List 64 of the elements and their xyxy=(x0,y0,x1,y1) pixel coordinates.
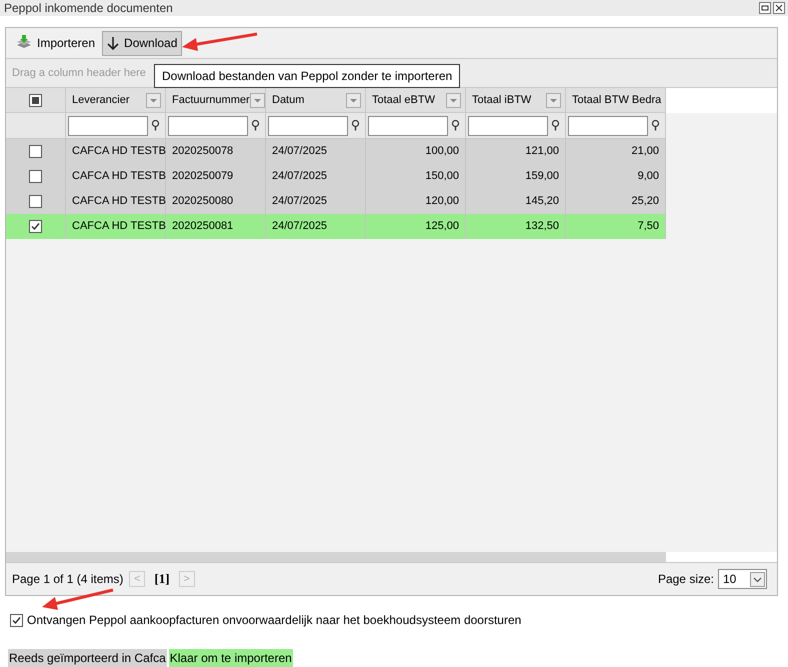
table-row[interactable]: CAFCA HD TESTB 2020250081 24/07/2025 125,00 132,50 7,50 xyxy=(6,214,666,239)
column-header[interactable]: Datum xyxy=(266,88,366,113)
table-cell: 125,00 xyxy=(366,214,466,239)
close-icon[interactable] xyxy=(773,2,785,14)
legend-item: Reeds geïmporteerd in Cafca xyxy=(8,649,167,667)
table-cell: 7,50 xyxy=(566,214,666,239)
page-size-select[interactable]: 10 xyxy=(718,569,767,589)
column-header[interactable]: Factuurnummer xyxy=(166,88,266,113)
filter-field[interactable] xyxy=(568,116,648,136)
table-cell: CAFCA HD TESTB xyxy=(66,214,166,239)
dropdown-icon[interactable] xyxy=(446,92,461,108)
dropdown-icon[interactable] xyxy=(250,92,265,108)
filter-icon[interactable] xyxy=(451,120,460,131)
table-row[interactable]: CAFCA HD TESTB 2020250079 24/07/2025 150,00 159,00 9,00 xyxy=(6,164,666,189)
filter-icon[interactable] xyxy=(551,120,560,131)
filter-field[interactable] xyxy=(268,116,348,136)
page-info: Page 1 of 1 (4 items) xyxy=(12,571,124,588)
table-row[interactable]: CAFCA HD TESTB 2020250080 24/07/2025 120,00 145,20 25,20 xyxy=(6,189,666,214)
dropdown-icon[interactable] xyxy=(546,92,561,108)
forward-option-label: Ontvangen Peppol aankoopfacturen onvoorwaardelijk naar het boekhoudsysteem doorsturen xyxy=(27,612,522,629)
column-title: Totaal iBTW xyxy=(472,92,532,108)
select-all-checkbox[interactable] xyxy=(29,94,42,106)
forward-checkbox[interactable] xyxy=(10,614,23,626)
column-header[interactable]: Totaal BTW Bedra xyxy=(566,88,666,113)
dropdown-icon[interactable] xyxy=(346,92,361,108)
filter-icon[interactable] xyxy=(651,120,660,131)
download-button[interactable]: Download xyxy=(102,30,182,56)
current-page[interactable]: [1] xyxy=(151,569,173,589)
dropdown-icon xyxy=(750,572,765,586)
row-checkbox[interactable] xyxy=(29,220,42,233)
maximize-icon[interactable] xyxy=(759,2,771,14)
scrollbar[interactable] xyxy=(6,552,666,562)
stack-icon xyxy=(16,35,32,51)
window-title: Peppol inkomende documenten xyxy=(4,0,173,17)
table-cell: 2020250081 xyxy=(166,214,266,239)
annotation-arrow xyxy=(42,588,114,610)
table-cell: 132,50 xyxy=(466,214,566,239)
filter-icon[interactable] xyxy=(351,120,360,131)
row-checkbox[interactable] xyxy=(29,145,42,158)
page-size-label: Page size: xyxy=(658,571,714,588)
import-button[interactable]: Importeren xyxy=(11,30,100,56)
filter-icon[interactable] xyxy=(251,120,260,131)
dropdown-icon[interactable] xyxy=(146,92,161,108)
column-title: Factuurnummer xyxy=(172,92,250,108)
column-title: Leverancier xyxy=(72,92,130,108)
table-cell: 24/07/2025 xyxy=(266,214,366,239)
filter-field[interactable] xyxy=(368,116,448,136)
row-checkbox[interactable] xyxy=(29,170,42,183)
column-title: Datum xyxy=(272,92,304,108)
tooltip: Download bestanden van Peppol zonder te importeren xyxy=(154,64,460,88)
column-title: Totaal eBTW xyxy=(372,92,435,108)
table-row[interactable]: CAFCA HD TESTB 2020250078 24/07/2025 100,00 121,00 21,00 xyxy=(6,139,666,164)
group-hint: Drag a column header here xyxy=(12,66,146,81)
column-title: Totaal BTW Bedra xyxy=(572,92,662,108)
column-header[interactable]: Totaal iBTW xyxy=(466,88,566,113)
arrow-down-icon xyxy=(107,36,120,50)
filter-field[interactable] xyxy=(68,116,148,136)
legend-item: Klaar om te importeren xyxy=(168,649,293,667)
row-checkbox[interactable] xyxy=(29,195,42,208)
filter-icon[interactable] xyxy=(151,120,160,131)
column-header[interactable]: Totaal eBTW xyxy=(366,88,466,113)
filter-field[interactable] xyxy=(468,116,548,136)
filter-field[interactable] xyxy=(168,116,248,136)
column-header[interactable]: Leverancier xyxy=(66,88,166,113)
